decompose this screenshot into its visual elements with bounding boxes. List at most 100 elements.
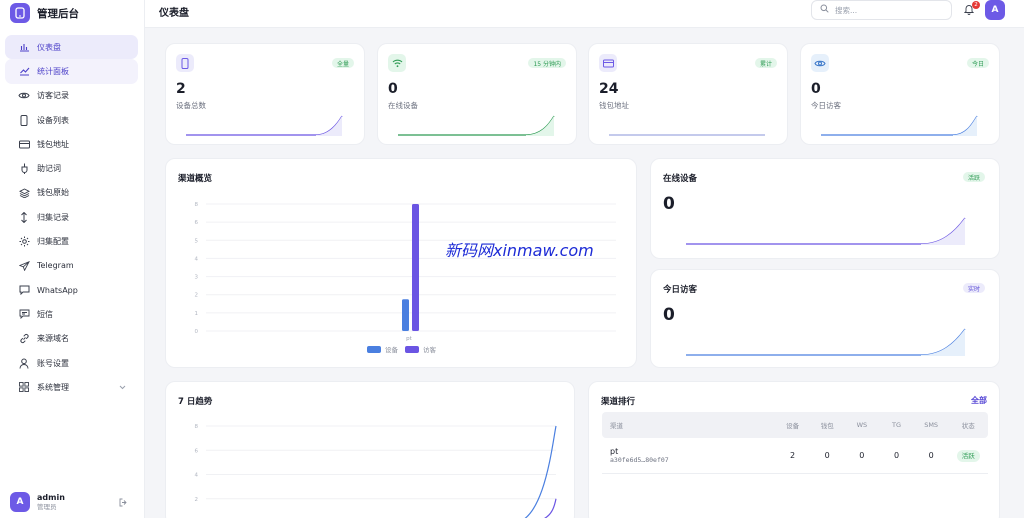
search-box[interactable] bbox=[811, 0, 952, 20]
sidebar-item-account[interactable]: 账号设置 bbox=[5, 351, 138, 375]
card-title: 在线设备 bbox=[663, 174, 698, 184]
channel-id: a30fe6d5…80ef07 bbox=[610, 456, 669, 464]
wallet-icon bbox=[18, 138, 30, 150]
online-devices-card: 在线设备 活跃 0 bbox=[650, 158, 1000, 259]
sidebar-item-label: 归集记录 bbox=[37, 212, 69, 222]
chat-icon bbox=[18, 284, 30, 296]
sidebar-item-sms[interactable]: 短信 bbox=[5, 302, 138, 326]
channel-name: pt bbox=[610, 447, 619, 456]
sidebar-item-label: 仪表盘 bbox=[37, 42, 61, 52]
y-tick-label: 6 bbox=[195, 220, 199, 226]
logout-icon[interactable] bbox=[119, 498, 128, 510]
user-name: admin bbox=[37, 492, 65, 502]
table-header: 渠道 设备 钱包 WS TG SMS 状态 bbox=[602, 412, 988, 438]
sidebar-item-label: 访客记录 bbox=[37, 91, 69, 101]
sparkline bbox=[686, 328, 966, 356]
phone-icon bbox=[18, 114, 30, 126]
status-cell: 活跃 bbox=[948, 449, 988, 462]
sidebar-item-stats[interactable]: 统计面板 bbox=[5, 59, 138, 84]
series-line bbox=[543, 498, 557, 518]
card-title: 渠道概览 bbox=[178, 174, 213, 184]
card-title: 今日访客 bbox=[663, 285, 698, 295]
status-badge: 累计 bbox=[754, 58, 777, 68]
channel-bar-chart: 0 1 2 3 4 5 6 8 pt 设备 访客 bbox=[195, 202, 616, 354]
sidebar-item-label: 归集配置 bbox=[37, 237, 69, 247]
user-role: 管理员 bbox=[37, 502, 57, 511]
stat-label: 今日访客 bbox=[811, 101, 841, 110]
link-icon bbox=[18, 333, 30, 345]
stat-label: 设备总数 bbox=[176, 101, 206, 110]
send-icon bbox=[18, 260, 30, 272]
sparkline bbox=[186, 115, 343, 136]
status-badge: 活跃 bbox=[962, 172, 985, 182]
series-line bbox=[524, 425, 557, 518]
sidebar-item-raw-wallets[interactable]: 钱包原始 bbox=[5, 181, 138, 205]
y-tick-label: 4 bbox=[195, 473, 199, 479]
grid-icon bbox=[18, 381, 30, 393]
header-avatar[interactable]: A bbox=[985, 0, 1005, 20]
sidebar-item-label: 来源域名 bbox=[37, 334, 69, 344]
devices-cell: 2 bbox=[790, 451, 796, 460]
sidebar-item-label: 钱包地址 bbox=[37, 139, 69, 149]
sidebar-item-dashboard[interactable]: 仪表盘 bbox=[5, 35, 138, 60]
notification-button[interactable]: 2 bbox=[961, 1, 980, 19]
sidebar-item-collect-config[interactable]: 归集配置 bbox=[5, 229, 138, 253]
layers-icon bbox=[18, 187, 30, 199]
status-badge: 全量 bbox=[331, 58, 354, 68]
legend-label: 设备 bbox=[385, 345, 399, 354]
column-header: 状态 bbox=[961, 422, 975, 430]
brand[interactable]: 管理后台 bbox=[10, 3, 79, 23]
status-badge: 今日 bbox=[966, 58, 989, 68]
sidebar-item-label: 账号设置 bbox=[37, 358, 69, 368]
user-profile[interactable]: A admin 管理员 bbox=[10, 492, 65, 512]
column-header: 渠道 bbox=[610, 422, 623, 430]
sparkline bbox=[686, 217, 966, 245]
key-icon bbox=[18, 163, 30, 175]
page-title: 仪表盘 bbox=[159, 8, 189, 19]
sidebar-item-devices[interactable]: 设备列表 bbox=[5, 108, 138, 132]
ranking-table: 渠道 设备 钱包 WS TG SMS 状态 pt a30fe6d5…80ef07… bbox=[602, 412, 988, 474]
sidebar-item-label: 设备列表 bbox=[37, 115, 69, 125]
app-title: 管理后台 bbox=[37, 7, 79, 20]
sidebar-item-whatsapp[interactable]: WhatsApp bbox=[5, 278, 138, 302]
eye-icon bbox=[811, 54, 829, 72]
tg-cell: 0 bbox=[893, 451, 900, 460]
gear-icon bbox=[18, 236, 30, 248]
y-tick-label: 8 bbox=[195, 424, 199, 430]
stat-value: 0 bbox=[811, 81, 821, 97]
sparkline bbox=[398, 115, 555, 136]
card-title: 渠道排行 bbox=[601, 397, 636, 407]
sidebar-item-wallets[interactable]: 钱包地址 bbox=[5, 132, 138, 156]
view-all-link[interactable]: 全部 bbox=[971, 395, 987, 406]
bar bbox=[402, 299, 409, 331]
search-input[interactable] bbox=[835, 5, 945, 15]
stat-value: 0 bbox=[388, 81, 398, 97]
message-icon bbox=[18, 308, 30, 320]
column-header: 设备 bbox=[786, 422, 800, 430]
status-badge: 活跃 bbox=[956, 449, 980, 462]
sidebar-item-system[interactable]: 系统管理 bbox=[5, 375, 138, 399]
table-row[interactable]: pt a30fe6d5…80ef07 2 0 0 0 0 活跃 bbox=[602, 438, 988, 474]
chevron-down-icon bbox=[119, 383, 126, 392]
channel-cell: pt a30fe6d5…80ef07 bbox=[602, 447, 775, 464]
channel-overview-card: 渠道概览 0 1 2 3 4 5 6 8 pt 设备 访客 bbox=[165, 158, 637, 368]
sparkline bbox=[821, 115, 978, 136]
x-tick-label: pt bbox=[406, 336, 412, 342]
today-visitors-value: 0 bbox=[663, 305, 675, 325]
online-devices-value: 0 bbox=[663, 194, 675, 214]
status-badge: 实时 bbox=[962, 283, 985, 293]
wifi-icon bbox=[388, 54, 406, 72]
ws-cell: 0 bbox=[859, 451, 865, 460]
stat-card-devices: 全量 2 设备总数 bbox=[165, 43, 365, 145]
sidebar-item-domains[interactable]: 来源域名 bbox=[5, 327, 138, 351]
today-visitors-card: 今日访客 实时 0 bbox=[650, 269, 1000, 368]
trend-card: 7 日趋势 2 4 6 8 bbox=[165, 381, 575, 518]
sidebar-item-telegram[interactable]: Telegram bbox=[5, 254, 138, 278]
wallet-icon bbox=[599, 54, 617, 72]
bar-chart-icon bbox=[18, 41, 30, 53]
sidebar-item-visitors[interactable]: 访客记录 bbox=[5, 84, 138, 108]
y-tick-label: 4 bbox=[195, 256, 199, 262]
channel-ranking-card: 渠道排行 全部 渠道 设备 钱包 WS TG SMS 状态 pt a30fe6d… bbox=[588, 381, 1000, 518]
sidebar-item-mnemonic[interactable]: 助记词 bbox=[5, 156, 138, 180]
sidebar-item-collections[interactable]: 归集记录 bbox=[5, 205, 138, 229]
